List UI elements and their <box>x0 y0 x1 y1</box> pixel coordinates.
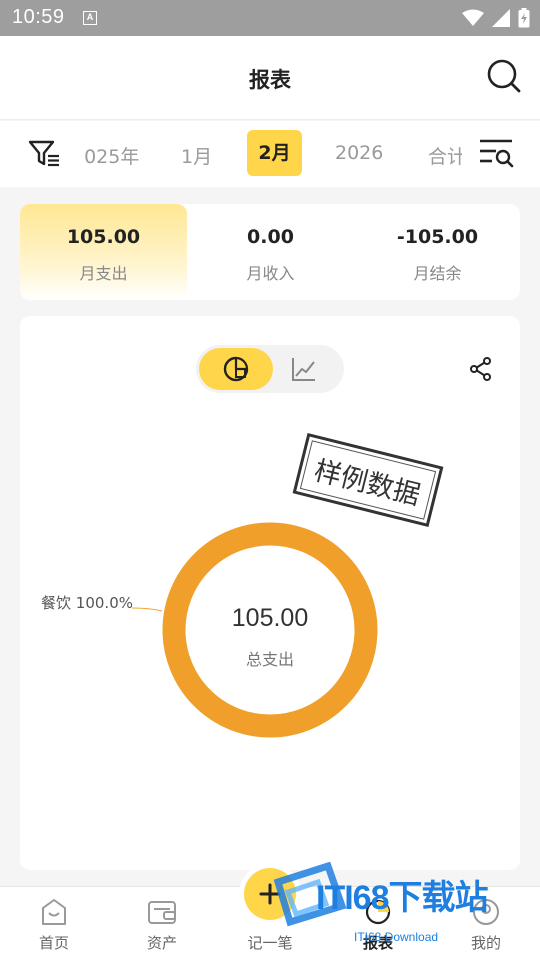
tab-assets[interactable]: 资产 <box>108 887 216 960</box>
chart-type-toggle <box>196 345 344 393</box>
add-record-button[interactable] <box>244 868 296 920</box>
stamp-text: 样例数据 <box>299 440 437 520</box>
period-year-2025[interactable]: 2025年 <box>84 142 139 169</box>
donut-center: 105.00 总支出 <box>162 522 378 738</box>
summary-expense[interactable]: 105.00 月支出 <box>20 204 187 300</box>
line-chart-toggle[interactable] <box>267 348 341 390</box>
page-title: 报表 <box>249 68 291 92</box>
period-total[interactable]: 合计 <box>428 142 462 169</box>
slice-name: 餐饮 <box>41 594 72 612</box>
summary-label: 月支出 <box>79 264 128 283</box>
summary-value: -105.00 <box>396 226 479 248</box>
signal-icon <box>492 9 510 27</box>
list-search-button[interactable] <box>478 137 514 171</box>
period-strip: 2025年 1月 2月 2026 合计 <box>84 121 462 187</box>
pie-chart-icon <box>223 356 249 382</box>
filter-icon <box>28 140 59 167</box>
profile-icon <box>473 899 499 925</box>
share-icon <box>470 357 491 381</box>
tab-label: 记一笔 <box>247 934 293 952</box>
period-year-2026[interactable]: 2026 <box>335 142 383 164</box>
donut-total-value: 105.00 <box>231 604 309 632</box>
period-january[interactable]: 1月 <box>181 142 212 169</box>
tab-label: 我的 <box>470 934 501 952</box>
line-chart-icon <box>292 358 315 381</box>
slice-label: 餐饮 100.0% <box>41 592 133 613</box>
status-bar: 10:59 A <box>0 0 540 36</box>
donut-total-label: 总支出 <box>245 650 294 669</box>
summary-balance[interactable]: -105.00 月结余 <box>354 204 520 300</box>
status-time: 10:59 <box>12 6 65 28</box>
summary-value: 105.00 <box>66 226 141 248</box>
filter-button[interactable] <box>28 139 62 169</box>
plus-icon <box>259 883 281 905</box>
search-button[interactable] <box>486 58 522 94</box>
tab-report[interactable]: 报表 <box>324 887 432 960</box>
app-header: 报表 <box>0 36 540 120</box>
summary-label: 月结余 <box>413 264 462 283</box>
summary-label: 月收入 <box>246 264 295 283</box>
tab-label: 首页 <box>38 934 69 952</box>
list-search-icon <box>480 139 514 168</box>
tab-profile[interactable]: 我的 <box>432 887 540 960</box>
period-february[interactable]: 2月 <box>247 130 302 176</box>
pie-chart-toggle[interactable] <box>199 348 273 390</box>
slice-percent: 100.0% <box>75 594 133 612</box>
wifi-icon <box>462 9 484 26</box>
sample-data-stamp: 样例数据 <box>292 432 444 528</box>
summary-income[interactable]: 0.00 月收入 <box>187 204 354 300</box>
period-bar: 2025年 1月 2月 2026 合计 <box>0 121 540 187</box>
tab-label: 报表 <box>362 934 393 952</box>
status-icons <box>462 8 530 28</box>
share-button[interactable] <box>468 356 494 382</box>
chart-card: 样例数据 105.00 总支出 餐饮 100.0% <box>20 316 520 870</box>
battery-icon <box>518 8 530 28</box>
notification-a-icon: A <box>83 11 97 25</box>
summary-value: 0.00 <box>247 226 294 248</box>
home-icon <box>42 899 66 925</box>
search-icon <box>487 59 521 93</box>
tab-home[interactable]: 首页 <box>0 887 108 960</box>
summary-card: 105.00 月支出 0.00 月收入 -105.00 月结余 <box>20 204 520 300</box>
report-icon <box>365 899 391 925</box>
tab-label: 资产 <box>146 934 177 952</box>
wallet-icon <box>148 901 176 924</box>
